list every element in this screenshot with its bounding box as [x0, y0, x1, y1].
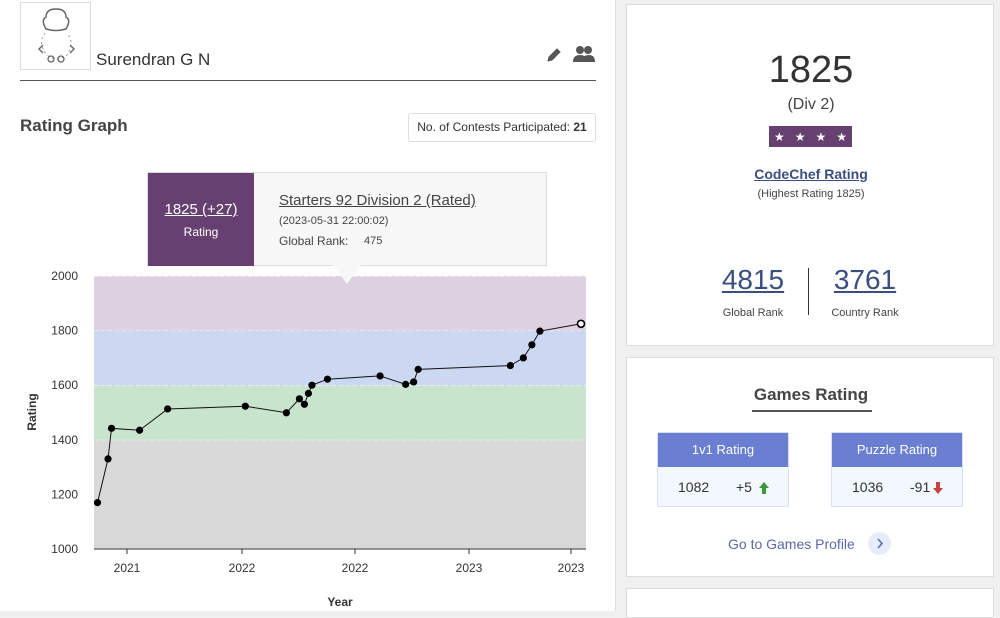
- tooltip-rank-label: Global Rank:: [279, 234, 349, 248]
- x-axis-label: Year: [327, 595, 353, 609]
- rating-point[interactable]: [323, 375, 332, 383]
- rating-point[interactable]: [414, 365, 422, 373]
- rating-point[interactable]: [576, 319, 586, 329]
- x-tick-label: 2021: [114, 561, 141, 575]
- games-rating-title: Games Rating: [753, 385, 869, 404]
- games-profile-link[interactable]: Go to Games Profile: [728, 536, 855, 552]
- tooltip-rating-block: 1825 (+27) Rating: [148, 173, 254, 266]
- tooltip-rank-value: 475: [364, 235, 383, 247]
- rating-point[interactable]: [536, 327, 544, 335]
- y-tick-label: 1800: [51, 324, 78, 338]
- game-card-title: 1v1 Rating: [658, 433, 788, 467]
- profile-panel: Surendran G N Rating Graph No. of Contes…: [0, 0, 616, 611]
- star-icon: ★: [815, 129, 827, 144]
- rating-graph-title: Rating Graph: [20, 116, 128, 135]
- rating-point[interactable]: [528, 341, 536, 349]
- game-card-1v1: 1v1 Rating 1082 +5: [657, 432, 789, 507]
- games-title-underline: [752, 410, 872, 412]
- rating-point[interactable]: [93, 498, 102, 507]
- username: Surendran G N: [96, 50, 211, 69]
- rating-point[interactable]: [241, 402, 249, 410]
- star-icon: ★: [836, 129, 847, 144]
- tooltip-date: (2023-05-31 22:00:02): [279, 215, 389, 227]
- contests-count: 21: [573, 120, 587, 134]
- game-card-delta: -91: [910, 479, 931, 495]
- rating-point[interactable]: [308, 381, 316, 389]
- rating-tooltip: 1825 (+27) Rating Starters 92 Division 2…: [147, 172, 547, 266]
- highest-rating: (Highest Rating 1825): [757, 188, 865, 200]
- codechef-rating-link[interactable]: CodeChef Rating: [627, 166, 995, 182]
- game-card-delta: +5: [736, 479, 752, 495]
- game-card-title: Puzzle Rating: [832, 433, 962, 467]
- global-rank-link[interactable]: 4815: [698, 264, 808, 296]
- rating-point[interactable]: [402, 380, 410, 388]
- contests-participated-badge: No. of Contests Participated: 21: [408, 113, 596, 142]
- header-divider: [20, 80, 596, 81]
- y-tick-label: 1600: [51, 378, 78, 392]
- rating-point[interactable]: [282, 409, 290, 417]
- global-rank-label: Global Rank: [722, 307, 784, 319]
- tooltip-rating-label: Rating: [183, 225, 219, 239]
- rating-card: 1825 (Div 2) ★ ★ ★ ★ CodeChef Rating (Hi…: [626, 4, 994, 346]
- pencil-icon[interactable]: [545, 46, 563, 64]
- rating-point[interactable]: [304, 389, 313, 397]
- game-card-value: 1036: [852, 479, 884, 495]
- x-tick-label: 2022: [342, 561, 369, 575]
- rating-chart: 1000 1200 1400 1600 1800 2000 2021 2022 2022 202…: [25, 269, 586, 609]
- chef-avatar-icon: [20, 2, 91, 70]
- rating-point[interactable]: [104, 455, 112, 463]
- x-tick-label: 2023: [558, 561, 585, 575]
- rating-point[interactable]: [107, 424, 116, 432]
- rating-band: [94, 439, 586, 549]
- rating-point[interactable]: [506, 361, 514, 370]
- country-rank-label: Country Rank: [831, 307, 899, 319]
- division-label: (Div 2): [787, 96, 835, 113]
- rating-point[interactable]: [410, 378, 418, 386]
- rating-band: [94, 276, 586, 331]
- tooltip-contest-link[interactable]: Starters 92 Division 2 (Rated): [279, 192, 476, 209]
- rating-band: [94, 330, 586, 386]
- y-tick-label: 1400: [51, 433, 78, 447]
- star-rating: ★ ★ ★ ★: [769, 126, 852, 147]
- games-rating-card: Games Rating 1v1 Rating 1082 +5 Puzzle R…: [626, 357, 994, 577]
- rating-point[interactable]: [300, 400, 309, 408]
- next-card: [626, 588, 994, 618]
- star-icon: ★: [773, 129, 785, 144]
- game-card-value: 1082: [678, 479, 710, 495]
- rating-point[interactable]: [164, 405, 172, 413]
- arrow-down-icon: [933, 482, 943, 494]
- star-icon: ★: [794, 129, 806, 144]
- rating-point[interactable]: [295, 395, 304, 403]
- chevron-right-icon[interactable]: [868, 532, 891, 555]
- y-tick-label: 2000: [51, 269, 78, 283]
- arrow-up-icon: [759, 482, 769, 494]
- game-card-puzzle: Puzzle Rating 1036 -91: [831, 432, 963, 507]
- rank-divider: [808, 268, 809, 315]
- contests-label: No. of Contests Participated:: [417, 120, 571, 134]
- y-tick-label: 1200: [51, 487, 78, 501]
- users-icon[interactable]: [572, 44, 596, 64]
- current-rating: 1825: [768, 49, 854, 91]
- country-rank-link[interactable]: 3761: [810, 264, 920, 296]
- tooltip-rating[interactable]: 1825 (+27): [148, 201, 254, 218]
- rating-point[interactable]: [135, 426, 144, 434]
- tooltip-arrow: [333, 265, 361, 284]
- x-tick-label: 2022: [229, 561, 256, 575]
- rating-point[interactable]: [519, 354, 527, 362]
- y-tick-label: 1000: [51, 542, 78, 556]
- y-axis-label: Rating: [25, 393, 39, 430]
- rating-point[interactable]: [376, 372, 384, 380]
- x-tick-label: 2023: [456, 561, 483, 575]
